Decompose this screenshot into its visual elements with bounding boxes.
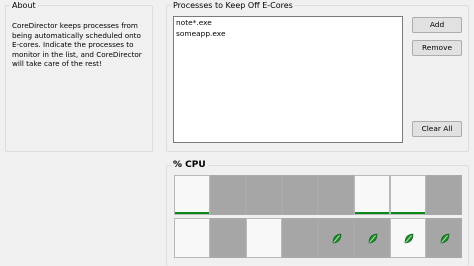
cpu-core bbox=[282, 218, 318, 258]
process-list[interactable]: note*.exe someapp.exe bbox=[173, 16, 403, 143]
remove-button[interactable]: Remove bbox=[412, 40, 462, 56]
list-item[interactable]: someapp.exe bbox=[176, 29, 400, 40]
cpu-core bbox=[174, 218, 210, 258]
processes-title: Processes to Keep Off E-Cores bbox=[171, 0, 295, 11]
cpu-core bbox=[210, 218, 246, 258]
cpu-group: % CPU bbox=[166, 160, 469, 266]
cpu-core bbox=[210, 175, 246, 215]
cpu-core bbox=[426, 218, 462, 258]
cpu-core bbox=[390, 175, 426, 215]
cpu-core bbox=[354, 218, 390, 258]
cpu-core bbox=[246, 218, 282, 258]
cpu-title: % CPU bbox=[171, 160, 208, 171]
list-item[interactable]: note*.exe bbox=[176, 18, 400, 29]
cpu-usage-bar bbox=[175, 212, 209, 214]
about-group: About CoreDirector keeps processes from … bbox=[5, 0, 153, 152]
cpu-core bbox=[174, 175, 210, 215]
cpu-core bbox=[390, 218, 426, 258]
about-text: CoreDirector keeps processes from being … bbox=[12, 21, 142, 69]
add-button[interactable]: Add bbox=[412, 17, 462, 33]
cpu-core bbox=[246, 175, 282, 215]
cpu-core bbox=[318, 218, 354, 258]
leaf-icon bbox=[332, 233, 342, 244]
cpu-usage-bar bbox=[355, 212, 389, 214]
cpu-core bbox=[354, 175, 390, 215]
clear-all-button[interactable]: Clear All bbox=[412, 121, 462, 137]
cpu-core bbox=[318, 175, 354, 215]
leaf-icon bbox=[368, 233, 378, 244]
leaf-icon bbox=[440, 233, 450, 244]
cpu-usage-bar bbox=[391, 212, 425, 214]
leaf-icon bbox=[404, 233, 414, 244]
cpu-core bbox=[282, 175, 318, 215]
processes-group: Processes to Keep Off E-Cores note*.exe … bbox=[166, 0, 469, 152]
cpu-core bbox=[426, 175, 462, 215]
about-title: About bbox=[10, 0, 38, 11]
